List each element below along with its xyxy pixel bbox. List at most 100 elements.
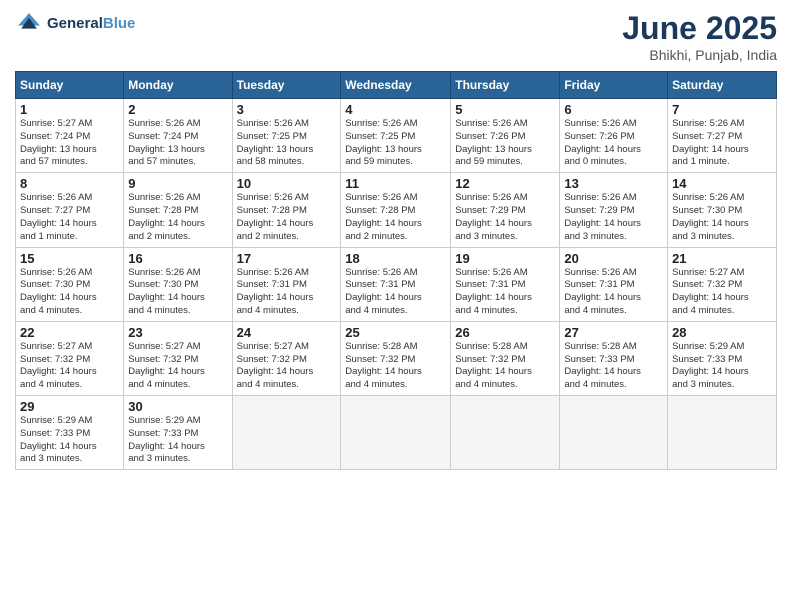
day-info: Sunrise: 5:26 AM Sunset: 7:28 PM Dayligh… <box>128 192 227 243</box>
day-number: 9 <box>128 176 227 191</box>
location: Bhikhi, Punjab, India <box>622 47 777 63</box>
calendar-cell <box>560 396 668 470</box>
day-number: 10 <box>237 176 337 191</box>
day-info: Sunrise: 5:26 AM Sunset: 7:31 PM Dayligh… <box>345 267 446 318</box>
calendar-cell: 4Sunrise: 5:26 AM Sunset: 7:25 PM Daylig… <box>341 99 451 173</box>
day-info: Sunrise: 5:26 AM Sunset: 7:25 PM Dayligh… <box>345 118 446 169</box>
calendar-cell: 22Sunrise: 5:27 AM Sunset: 7:32 PM Dayli… <box>16 321 124 395</box>
calendar-cell: 24Sunrise: 5:27 AM Sunset: 7:32 PM Dayli… <box>232 321 341 395</box>
day-number: 17 <box>237 251 337 266</box>
day-info: Sunrise: 5:27 AM Sunset: 7:32 PM Dayligh… <box>672 267 772 318</box>
day-info: Sunrise: 5:26 AM Sunset: 7:28 PM Dayligh… <box>345 192 446 243</box>
calendar-cell <box>341 396 451 470</box>
weekday-header-friday: Friday <box>560 72 668 99</box>
day-info: Sunrise: 5:28 AM Sunset: 7:32 PM Dayligh… <box>345 341 446 392</box>
day-info: Sunrise: 5:26 AM Sunset: 7:26 PM Dayligh… <box>455 118 555 169</box>
day-number: 5 <box>455 102 555 117</box>
day-info: Sunrise: 5:26 AM Sunset: 7:29 PM Dayligh… <box>455 192 555 243</box>
calendar-cell: 10Sunrise: 5:26 AM Sunset: 7:28 PM Dayli… <box>232 173 341 247</box>
day-number: 30 <box>128 399 227 414</box>
calendar-week-5: 29Sunrise: 5:29 AM Sunset: 7:33 PM Dayli… <box>16 396 777 470</box>
day-info: Sunrise: 5:28 AM Sunset: 7:33 PM Dayligh… <box>564 341 663 392</box>
day-info: Sunrise: 5:29 AM Sunset: 7:33 PM Dayligh… <box>20 415 119 466</box>
calendar-cell: 23Sunrise: 5:27 AM Sunset: 7:32 PM Dayli… <box>124 321 232 395</box>
calendar-cell: 29Sunrise: 5:29 AM Sunset: 7:33 PM Dayli… <box>16 396 124 470</box>
page: GeneralBlue June 2025 Bhikhi, Punjab, In… <box>0 0 792 612</box>
logo: GeneralBlue <box>15 10 135 38</box>
day-info: Sunrise: 5:27 AM Sunset: 7:32 PM Dayligh… <box>128 341 227 392</box>
day-number: 1 <box>20 102 119 117</box>
calendar-cell: 16Sunrise: 5:26 AM Sunset: 7:30 PM Dayli… <box>124 247 232 321</box>
day-number: 11 <box>345 176 446 191</box>
calendar-cell: 2Sunrise: 5:26 AM Sunset: 7:24 PM Daylig… <box>124 99 232 173</box>
calendar-cell: 12Sunrise: 5:26 AM Sunset: 7:29 PM Dayli… <box>451 173 560 247</box>
day-number: 20 <box>564 251 663 266</box>
calendar-cell: 19Sunrise: 5:26 AM Sunset: 7:31 PM Dayli… <box>451 247 560 321</box>
title-area: June 2025 Bhikhi, Punjab, India <box>622 10 777 63</box>
day-info: Sunrise: 5:26 AM Sunset: 7:25 PM Dayligh… <box>237 118 337 169</box>
day-number: 14 <box>672 176 772 191</box>
calendar-week-4: 22Sunrise: 5:27 AM Sunset: 7:32 PM Dayli… <box>16 321 777 395</box>
day-number: 29 <box>20 399 119 414</box>
weekday-header-saturday: Saturday <box>668 72 777 99</box>
day-info: Sunrise: 5:26 AM Sunset: 7:31 PM Dayligh… <box>455 267 555 318</box>
day-number: 15 <box>20 251 119 266</box>
calendar-table: SundayMondayTuesdayWednesdayThursdayFrid… <box>15 71 777 470</box>
day-number: 21 <box>672 251 772 266</box>
calendar-week-3: 15Sunrise: 5:26 AM Sunset: 7:30 PM Dayli… <box>16 247 777 321</box>
calendar-body: 1Sunrise: 5:27 AM Sunset: 7:24 PM Daylig… <box>16 99 777 470</box>
day-info: Sunrise: 5:27 AM Sunset: 7:32 PM Dayligh… <box>237 341 337 392</box>
day-info: Sunrise: 5:26 AM Sunset: 7:27 PM Dayligh… <box>672 118 772 169</box>
weekday-header-tuesday: Tuesday <box>232 72 341 99</box>
calendar-cell: 17Sunrise: 5:26 AM Sunset: 7:31 PM Dayli… <box>232 247 341 321</box>
calendar-cell: 5Sunrise: 5:26 AM Sunset: 7:26 PM Daylig… <box>451 99 560 173</box>
day-info: Sunrise: 5:26 AM Sunset: 7:27 PM Dayligh… <box>20 192 119 243</box>
month-title: June 2025 <box>622 10 777 47</box>
calendar-cell: 7Sunrise: 5:26 AM Sunset: 7:27 PM Daylig… <box>668 99 777 173</box>
weekday-header-wednesday: Wednesday <box>341 72 451 99</box>
calendar-cell: 11Sunrise: 5:26 AM Sunset: 7:28 PM Dayli… <box>341 173 451 247</box>
calendar-cell: 25Sunrise: 5:28 AM Sunset: 7:32 PM Dayli… <box>341 321 451 395</box>
day-number: 16 <box>128 251 227 266</box>
day-info: Sunrise: 5:26 AM Sunset: 7:24 PM Dayligh… <box>128 118 227 169</box>
day-info: Sunrise: 5:26 AM Sunset: 7:30 PM Dayligh… <box>128 267 227 318</box>
calendar-cell: 6Sunrise: 5:26 AM Sunset: 7:26 PM Daylig… <box>560 99 668 173</box>
calendar-week-2: 8Sunrise: 5:26 AM Sunset: 7:27 PM Daylig… <box>16 173 777 247</box>
day-number: 27 <box>564 325 663 340</box>
day-number: 18 <box>345 251 446 266</box>
day-number: 24 <box>237 325 337 340</box>
calendar-cell <box>668 396 777 470</box>
day-info: Sunrise: 5:26 AM Sunset: 7:30 PM Dayligh… <box>20 267 119 318</box>
calendar-cell: 21Sunrise: 5:27 AM Sunset: 7:32 PM Dayli… <box>668 247 777 321</box>
calendar-cell: 30Sunrise: 5:29 AM Sunset: 7:33 PM Dayli… <box>124 396 232 470</box>
calendar-header: SundayMondayTuesdayWednesdayThursdayFrid… <box>16 72 777 99</box>
day-number: 12 <box>455 176 555 191</box>
day-info: Sunrise: 5:27 AM Sunset: 7:24 PM Dayligh… <box>20 118 119 169</box>
logo-icon <box>15 10 43 38</box>
calendar-cell: 13Sunrise: 5:26 AM Sunset: 7:29 PM Dayli… <box>560 173 668 247</box>
weekday-header-monday: Monday <box>124 72 232 99</box>
calendar-cell: 8Sunrise: 5:26 AM Sunset: 7:27 PM Daylig… <box>16 173 124 247</box>
day-number: 19 <box>455 251 555 266</box>
day-number: 4 <box>345 102 446 117</box>
day-number: 25 <box>345 325 446 340</box>
header: GeneralBlue June 2025 Bhikhi, Punjab, In… <box>15 10 777 63</box>
calendar-cell: 1Sunrise: 5:27 AM Sunset: 7:24 PM Daylig… <box>16 99 124 173</box>
day-number: 13 <box>564 176 663 191</box>
calendar-cell: 14Sunrise: 5:26 AM Sunset: 7:30 PM Dayli… <box>668 173 777 247</box>
day-info: Sunrise: 5:26 AM Sunset: 7:30 PM Dayligh… <box>672 192 772 243</box>
logo-text: GeneralBlue <box>47 15 135 33</box>
day-number: 22 <box>20 325 119 340</box>
day-number: 2 <box>128 102 227 117</box>
calendar-week-1: 1Sunrise: 5:27 AM Sunset: 7:24 PM Daylig… <box>16 99 777 173</box>
day-number: 26 <box>455 325 555 340</box>
day-number: 23 <box>128 325 227 340</box>
calendar-cell: 3Sunrise: 5:26 AM Sunset: 7:25 PM Daylig… <box>232 99 341 173</box>
day-number: 8 <box>20 176 119 191</box>
day-info: Sunrise: 5:27 AM Sunset: 7:32 PM Dayligh… <box>20 341 119 392</box>
day-info: Sunrise: 5:29 AM Sunset: 7:33 PM Dayligh… <box>672 341 772 392</box>
weekday-row: SundayMondayTuesdayWednesdayThursdayFrid… <box>16 72 777 99</box>
day-info: Sunrise: 5:26 AM Sunset: 7:31 PM Dayligh… <box>237 267 337 318</box>
calendar-cell: 15Sunrise: 5:26 AM Sunset: 7:30 PM Dayli… <box>16 247 124 321</box>
day-info: Sunrise: 5:28 AM Sunset: 7:32 PM Dayligh… <box>455 341 555 392</box>
